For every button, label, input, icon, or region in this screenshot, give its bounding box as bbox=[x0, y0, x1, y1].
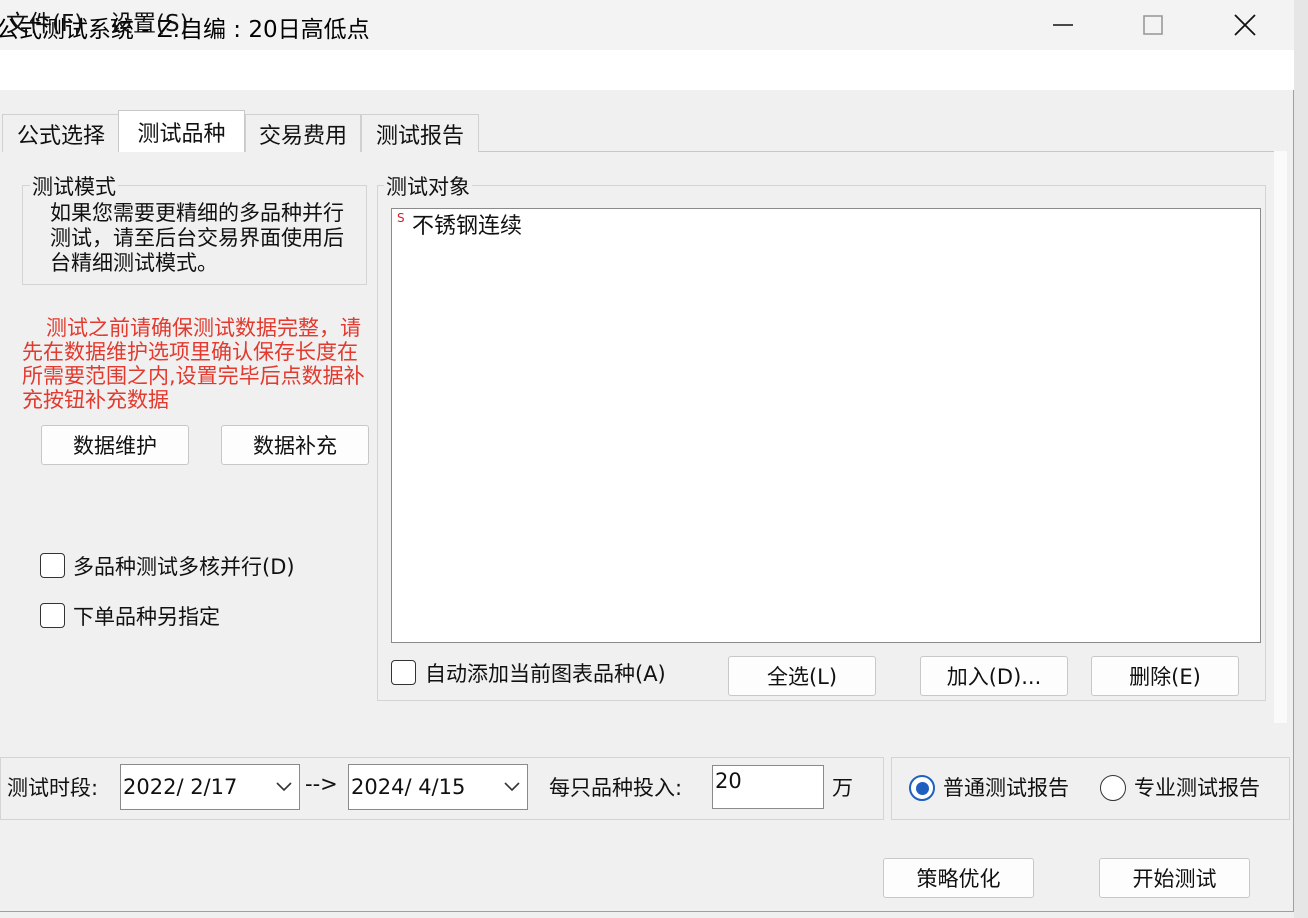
delete-button[interactable]: 删除(E) bbox=[1091, 656, 1239, 696]
tab-test-report[interactable]: 测试报告 bbox=[361, 114, 479, 152]
list-item[interactable]: 不锈钢连续 bbox=[412, 208, 522, 240]
investment-unit: 万 bbox=[832, 776, 853, 800]
order-symbol-checkbox[interactable] bbox=[40, 603, 65, 628]
tab-page-edge bbox=[1274, 151, 1287, 723]
close-icon bbox=[1234, 14, 1256, 36]
pro-report-label[interactable]: 专业测试报告 bbox=[1134, 772, 1260, 802]
chevron-down-icon[interactable] bbox=[497, 782, 527, 792]
period-separator: --> bbox=[305, 772, 338, 796]
chevron-down-icon[interactable] bbox=[269, 782, 299, 792]
tab-trading-fees[interactable]: 交易费用 bbox=[245, 114, 361, 152]
pro-report-radio[interactable] bbox=[1100, 775, 1126, 801]
normal-report-radio[interactable] bbox=[909, 775, 935, 801]
data-warning-text: 测试之前请确保测试数据完整，请先在数据维护选项里确认保存长度在所需要范围之内,设… bbox=[22, 316, 365, 412]
auto-add-label[interactable]: 自动添加当前图表品种(A) bbox=[425, 658, 666, 688]
data-maintenance-button[interactable]: 数据维护 bbox=[41, 425, 189, 465]
menu-file[interactable]: 文件(F) bbox=[6, 4, 83, 38]
menu-settings[interactable]: 设置(S) bbox=[110, 4, 189, 38]
investment-input[interactable]: 20 bbox=[712, 765, 824, 809]
window-edge bbox=[1294, 0, 1308, 918]
test-target-list[interactable] bbox=[391, 208, 1261, 643]
multicore-checkbox[interactable] bbox=[40, 553, 65, 578]
test-target-title: 测试对象 bbox=[384, 171, 472, 201]
test-mode-description: 如果您需要更精细的多品种并行测试，请至后台交易界面使用后台精细测试模式。 bbox=[50, 201, 344, 275]
test-mode-title: 测试模式 bbox=[30, 171, 118, 201]
select-all-button[interactable]: 全选(L) bbox=[728, 656, 876, 696]
auto-add-checkbox[interactable] bbox=[391, 660, 416, 685]
start-date-picker[interactable]: 2022/ 2/17 bbox=[120, 764, 300, 810]
order-symbol-label[interactable]: 下单品种另指定 bbox=[73, 601, 220, 631]
maximize-icon bbox=[1143, 15, 1163, 35]
optimize-button[interactable]: 策略优化 bbox=[883, 858, 1034, 898]
start-test-button[interactable]: 开始测试 bbox=[1099, 858, 1250, 898]
maximize-button[interactable] bbox=[1108, 0, 1198, 50]
multicore-label[interactable]: 多品种测试多核并行(D) bbox=[73, 551, 295, 581]
tab-test-symbols[interactable]: 测试品种 bbox=[118, 110, 245, 152]
menu-bar bbox=[0, 50, 1294, 90]
start-date-value: 2022/ 2/17 bbox=[123, 775, 238, 799]
minimize-button[interactable] bbox=[1018, 0, 1108, 50]
end-date-value: 2024/ 4/15 bbox=[351, 775, 466, 799]
end-date-picker[interactable]: 2024/ 4/15 bbox=[348, 764, 528, 810]
normal-report-label[interactable]: 普通测试报告 bbox=[943, 772, 1069, 802]
list-item-type-tag: S bbox=[397, 211, 405, 225]
tab-formula-select[interactable]: 公式选择 bbox=[2, 114, 120, 152]
close-button[interactable] bbox=[1200, 0, 1290, 50]
period-label: 测试时段: bbox=[7, 776, 99, 800]
minimize-icon bbox=[1053, 24, 1073, 26]
investment-label: 每只品种投入: bbox=[549, 776, 683, 800]
data-fill-button[interactable]: 数据补充 bbox=[221, 425, 369, 465]
add-button[interactable]: 加入(D)... bbox=[920, 656, 1068, 696]
